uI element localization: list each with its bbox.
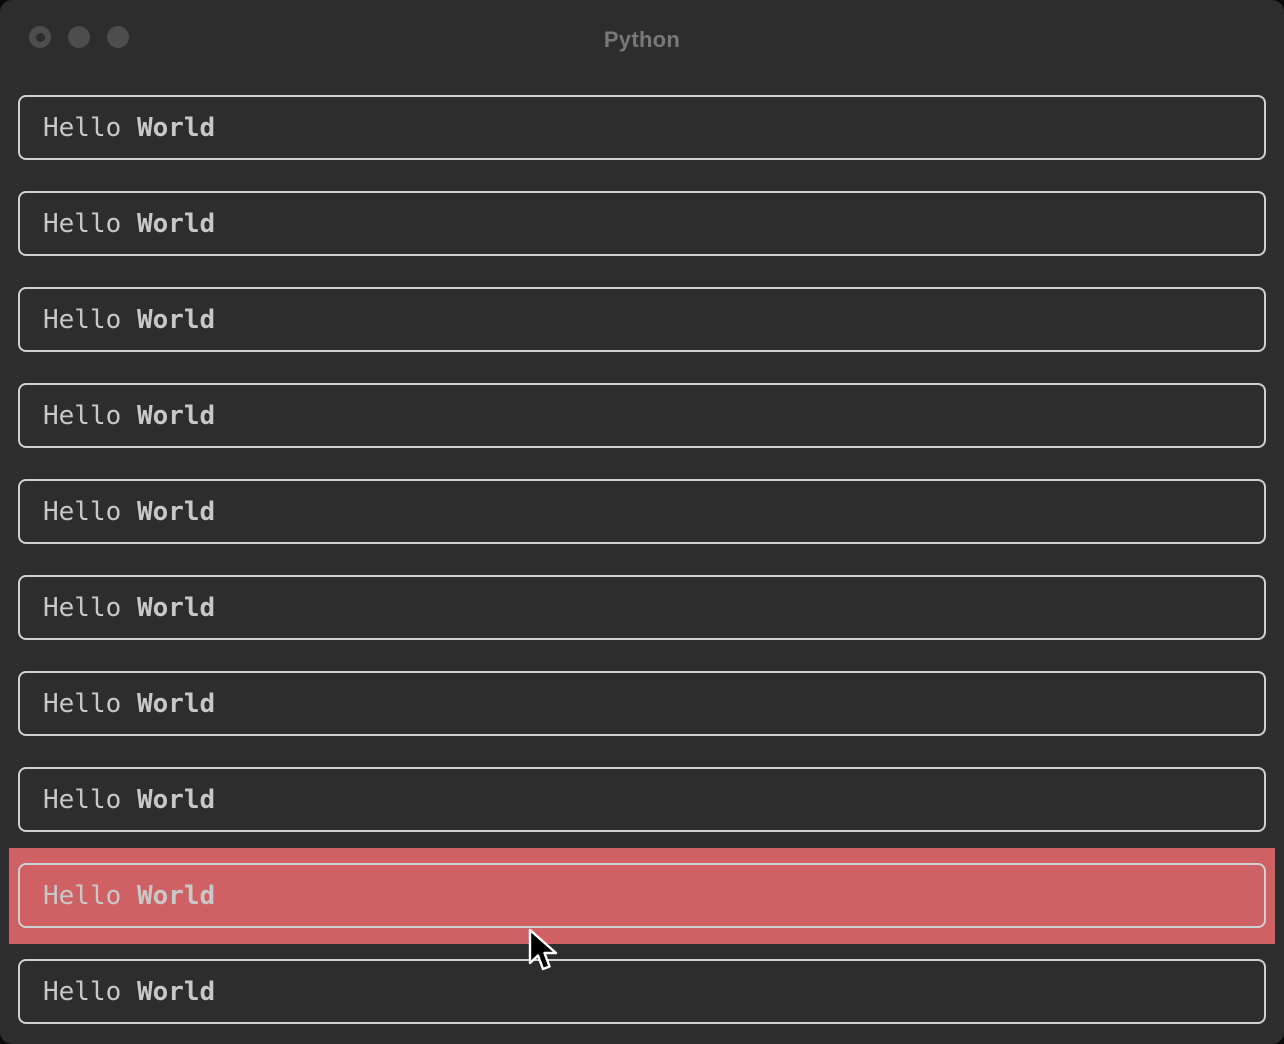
hello-world-box[interactable]: Hello World <box>18 863 1266 928</box>
hello-text: Hello <box>43 497 121 527</box>
world-text: World <box>137 401 215 431</box>
hello-world-box[interactable]: Hello World <box>18 959 1266 1024</box>
hello-text: Hello <box>43 113 121 143</box>
close-button-dot <box>36 33 45 42</box>
list-item[interactable]: Hello World <box>9 464 1275 560</box>
list-item[interactable]: Hello World <box>9 176 1275 272</box>
window-title: Python <box>604 27 680 53</box>
hello-world-box[interactable]: Hello World <box>18 575 1266 640</box>
zoom-button[interactable] <box>107 26 129 48</box>
hello-text: Hello <box>43 209 121 239</box>
hello-text: Hello <box>43 401 121 431</box>
close-button[interactable] <box>29 26 51 48</box>
list-item[interactable]: Hello World <box>9 656 1275 752</box>
list-item[interactable]: Hello World <box>9 944 1275 1040</box>
hello-world-box[interactable]: Hello World <box>18 287 1266 352</box>
hello-text: Hello <box>43 977 121 1007</box>
app-window: Python Hello World Hello World Hello Wor… <box>0 0 1284 1044</box>
row-list: Hello World Hello World Hello World Hell… <box>0 80 1284 1040</box>
list-item[interactable]: Hello World <box>9 560 1275 656</box>
list-item[interactable]: Hello World <box>9 752 1275 848</box>
world-text: World <box>137 305 215 335</box>
world-text: World <box>137 113 215 143</box>
world-text: World <box>137 593 215 623</box>
hello-world-box[interactable]: Hello World <box>18 671 1266 736</box>
world-text: World <box>137 881 215 911</box>
world-text: World <box>137 785 215 815</box>
hello-text: Hello <box>43 785 121 815</box>
hello-world-box[interactable]: Hello World <box>18 95 1266 160</box>
world-text: World <box>137 497 215 527</box>
world-text: World <box>137 209 215 239</box>
list-item[interactable]: Hello World <box>9 848 1275 944</box>
list-item[interactable]: Hello World <box>9 368 1275 464</box>
hello-world-box[interactable]: Hello World <box>18 383 1266 448</box>
minimize-button[interactable] <box>68 26 90 48</box>
traffic-lights <box>29 26 129 48</box>
hello-text: Hello <box>43 305 121 335</box>
hello-text: Hello <box>43 593 121 623</box>
hello-world-box[interactable]: Hello World <box>18 479 1266 544</box>
world-text: World <box>137 977 215 1007</box>
hello-world-box[interactable]: Hello World <box>18 191 1266 256</box>
hello-text: Hello <box>43 881 121 911</box>
list-item[interactable]: Hello World <box>9 272 1275 368</box>
world-text: World <box>137 689 215 719</box>
hello-text: Hello <box>43 689 121 719</box>
hello-world-box[interactable]: Hello World <box>18 767 1266 832</box>
title-bar: Python <box>0 0 1284 80</box>
list-item[interactable]: Hello World <box>9 80 1275 176</box>
